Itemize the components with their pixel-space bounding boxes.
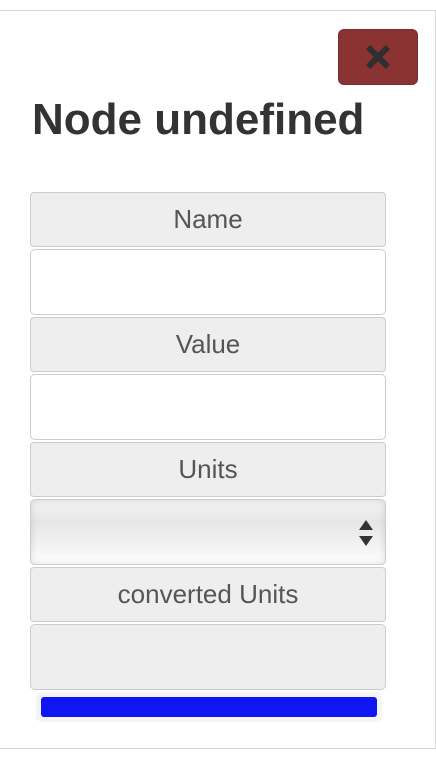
value-input[interactable] <box>30 374 386 440</box>
name-input[interactable] <box>30 249 386 315</box>
converted-units-field <box>30 624 386 690</box>
page-title: Node undefined <box>32 95 365 144</box>
units-select[interactable] <box>30 499 386 565</box>
progress-bar-fill <box>41 697 377 717</box>
progress-bar <box>36 692 382 722</box>
converted-units-label: converted Units <box>30 567 386 622</box>
close-button[interactable] <box>338 29 418 85</box>
close-icon <box>366 45 390 69</box>
name-label: Name <box>30 192 386 247</box>
value-label: Value <box>30 317 386 372</box>
updown-arrows-icon <box>359 520 373 546</box>
units-label: Units <box>30 442 386 497</box>
node-form: Name Value Units converted Units <box>30 192 386 690</box>
node-panel: Node undefined Name Value Units converte… <box>0 10 436 749</box>
